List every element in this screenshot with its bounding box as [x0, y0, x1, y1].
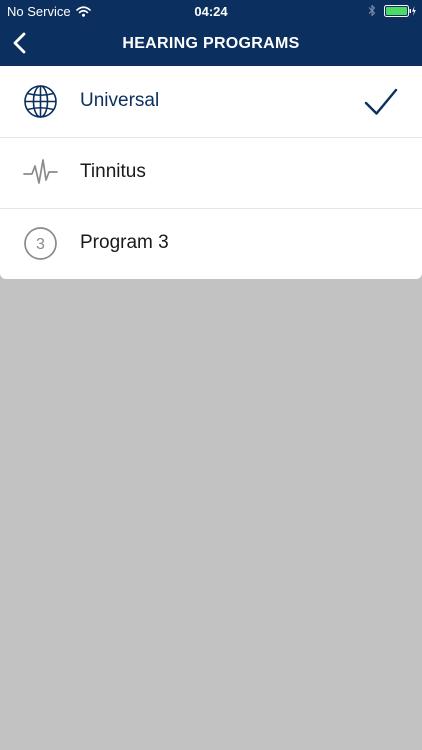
checkmark-icon	[363, 84, 399, 120]
status-time: 04:24	[194, 4, 228, 19]
globe-icon	[23, 84, 58, 119]
program-list: Universal Tinnitus 3 Program 3	[0, 66, 422, 279]
program-item-universal[interactable]: Universal	[0, 66, 422, 137]
program-label: Universal	[80, 90, 160, 111]
nav-bar: HEARING PROGRAMS	[0, 22, 422, 66]
app-header: No Service 04:24 HEARING PROGRAMS	[0, 0, 422, 66]
battery-icon	[384, 4, 416, 17]
program-label: Tinnitus	[80, 161, 146, 182]
charging-icon	[412, 5, 416, 16]
program-number-badge: 3	[36, 236, 45, 253]
status-bar: No Service 04:24	[0, 0, 422, 22]
status-right-group	[368, 4, 416, 17]
page-title: HEARING PROGRAMS	[122, 35, 300, 52]
waveform-icon	[23, 155, 58, 190]
number-circle-icon: 3	[23, 226, 58, 261]
program-item-tinnitus[interactable]: Tinnitus	[0, 137, 422, 208]
program-label: Program 3	[80, 232, 169, 253]
bluetooth-icon	[368, 4, 376, 17]
program-item-program-3[interactable]: 3 Program 3	[0, 208, 422, 279]
